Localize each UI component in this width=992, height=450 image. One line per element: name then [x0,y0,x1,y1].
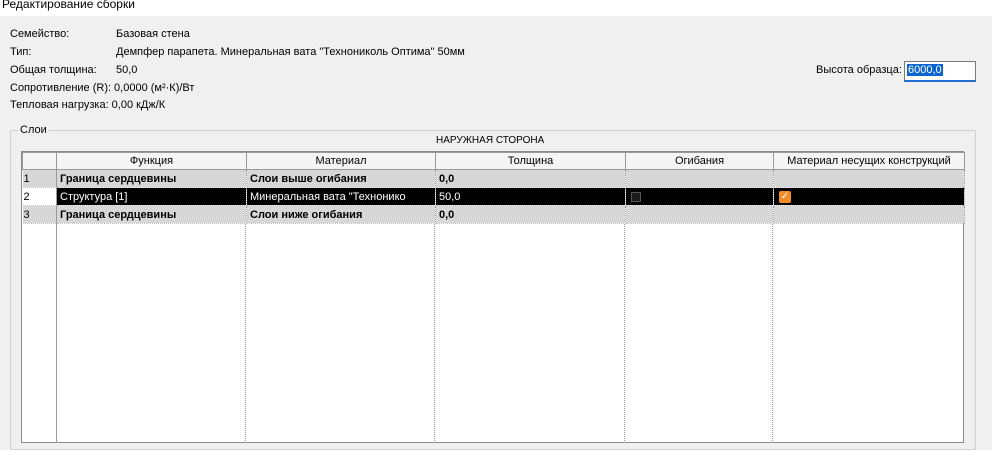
window-title: Редактирование сборки [2,0,135,11]
layers-group-label: Слои [18,124,49,136]
column-divider [56,224,57,443]
row-number[interactable]: 1 [22,169,57,188]
thermal-mass-label: Тепловая нагрузка: [10,99,109,111]
structural-material-cell [773,205,965,224]
thickness-cell[interactable]: 0,0 [435,169,626,188]
structural-material-cell [773,169,965,188]
column-divider [624,224,625,443]
header-wraps[interactable]: Огибания [625,152,774,170]
column-divider [245,224,246,443]
thermal-mass-value: 0,00 кДж/К [111,99,166,111]
thermal-row: Тепловая нагрузка: 0,00 кДж/К [10,99,165,111]
table-empty-area [22,224,963,443]
thickness-cell[interactable]: 0,0 [435,205,626,224]
wraps-cell [625,169,774,188]
material-cell[interactable]: Минеральная вата "Технонико [246,187,436,206]
row-number[interactable]: 3 [22,205,57,224]
function-cell[interactable]: Граница сердцевины [56,169,247,188]
sample-height-label: Высота образца: [816,64,902,76]
table-row-selected[interactable]: 2 Структура [1] Минеральная вата "Технон… [22,187,965,206]
thickness-row: Общая толщина: 50,0 [10,64,137,76]
resistance-value: 0,0000 (м²·К)/Вт [114,82,195,94]
header-thickness[interactable]: Толщина [435,152,626,170]
wraps-cell [625,205,774,224]
column-divider [772,224,773,443]
total-thickness-value: 50,0 [116,64,138,76]
header-structural-material[interactable]: Материал несущих конструкций [773,152,965,170]
header-material[interactable]: Материал [246,152,436,170]
row-number[interactable]: 2 [22,187,57,206]
header-number [22,152,57,170]
family-value: Базовая стена [116,28,190,40]
sample-height-input[interactable]: 6000,0 [904,61,976,82]
family-row: Семейство: Базовая стена [10,28,190,40]
structural-material-checkbox[interactable]: ✓ [779,190,791,203]
table-row[interactable]: 3 Граница сердцевины Слои ниже огибания … [22,205,965,224]
wraps-cell [625,187,774,206]
resistance-label: Сопротивление (R): [10,82,112,94]
table-header-row: Функция Материал Толщина Огибания Матери… [22,152,965,170]
table-row[interactable]: 1 Граница сердцевины Слои выше огибания … [22,169,965,188]
type-label: Тип: [10,46,32,58]
total-thickness-label: Общая толщина: [10,64,97,76]
exterior-side-label: НАРУЖНАЯ СТОРОНА [436,135,545,146]
thickness-cell[interactable]: 50,0 [435,187,626,206]
sample-height-value: 6000,0 [907,64,943,76]
title-bar: Редактирование сборки [0,0,992,16]
header-function[interactable]: Функция [56,152,247,170]
structural-material-cell: ✓ [773,187,965,206]
resistance-row: Сопротивление (R): 0,0000 (м²·К)/Вт [10,82,194,94]
function-cell[interactable]: Структура [1] [56,187,247,206]
wraps-checkbox[interactable] [631,191,641,202]
family-label: Семейство: [10,28,70,40]
function-cell[interactable]: Граница сердцевины [56,205,247,224]
material-cell[interactable]: Слои ниже огибания [246,205,436,224]
column-divider [434,224,435,443]
type-row: Тип: Демпфер парапета. Минеральная вата … [10,46,465,58]
type-value: Демпфер парапета. Минеральная вата "Техн… [116,46,465,58]
layers-table[interactable]: Функция Материал Толщина Огибания Матери… [21,151,965,443]
material-cell[interactable]: Слои выше огибания [246,169,436,188]
